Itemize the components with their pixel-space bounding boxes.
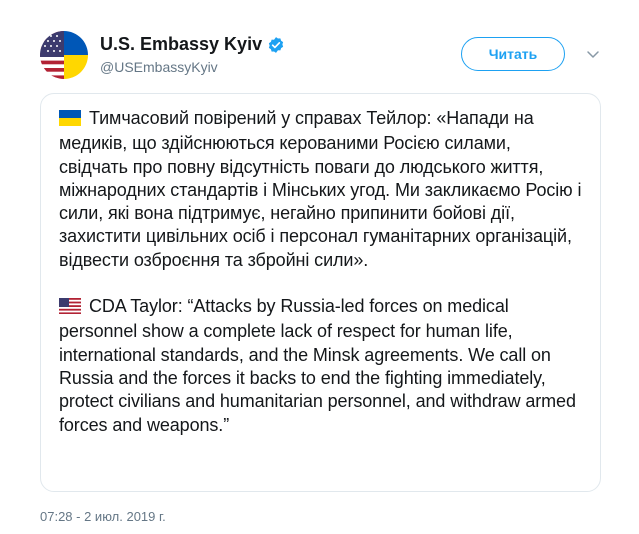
tweet-text-ukrainian: Тимчасовий повірений у справах Тейлор: «… — [59, 108, 582, 270]
avatar[interactable] — [40, 31, 88, 79]
follow-button[interactable]: Читать — [461, 37, 565, 71]
tweet-body: Тимчасовий повірений у справах Тейлор: «… — [40, 93, 601, 492]
tweet-paragraph-ukrainian: Тимчасовий повірений у справах Тейлор: «… — [59, 107, 582, 272]
us-flag-icon — [59, 297, 81, 320]
tweet-text-english: CDA Taylor: “Attacks by Russia-led force… — [59, 296, 576, 435]
tweet-timestamp[interactable]: 07:28 - 2 июл. 2019 г. — [40, 509, 166, 524]
author-handle[interactable]: @USEmbassyKyiv — [100, 59, 218, 75]
ukraine-flag-icon — [59, 109, 81, 132]
tweet-paragraph-english: CDA Taylor: “Attacks by Russia-led force… — [59, 295, 582, 437]
display-name-text: U.S. Embassy Kyiv — [100, 34, 263, 54]
us-ukraine-flag-avatar — [40, 31, 88, 79]
chevron-down-icon[interactable] — [585, 46, 601, 62]
author-display-name[interactable]: U.S. Embassy Kyiv — [100, 34, 285, 55]
verified-badge-icon — [267, 36, 285, 54]
